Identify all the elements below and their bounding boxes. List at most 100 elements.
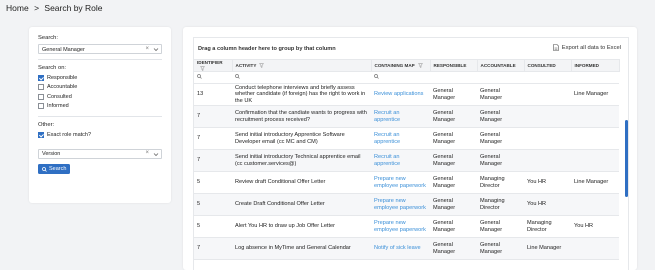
table-cell <box>571 193 619 216</box>
breadcrumb-current: Search by Role <box>44 3 103 13</box>
table-cell: 13 <box>194 83 232 106</box>
version-combo[interactable]: Version × <box>38 148 162 159</box>
filter-icon[interactable] <box>200 65 205 71</box>
exact-match-option[interactable]: Exact role match? <box>38 130 162 140</box>
vertical-scrollbar[interactable] <box>624 120 628 197</box>
results-table: IDENTIFIER ACTIVITY CONTAINING MAP RESPONSI… <box>194 59 620 260</box>
checkbox[interactable] <box>38 93 44 100</box>
export-excel-button[interactable]: Export all data to Excel <box>552 44 621 51</box>
table-row[interactable]: 5 Alert You HR to draw up Job Offer Lette… <box>194 215 619 238</box>
checkbox[interactable] <box>38 103 44 110</box>
search-button-label: Search <box>49 166 67 172</box>
column-header[interactable]: RESPONSIBLE <box>430 59 478 72</box>
exact-match-checkbox[interactable] <box>38 131 44 138</box>
table-cell: Alert You HR to draw up Job Offer Letter <box>232 215 371 238</box>
table-cell <box>524 105 571 128</box>
table-cell: General Manager <box>430 127 477 150</box>
group-drop-zone[interactable]: Drag a column header here to group by th… <box>194 38 628 59</box>
containing-map-link[interactable]: Prepare new employee paperwork <box>371 171 430 194</box>
table-row[interactable]: 13 Conduct telephone interviews and brief… <box>194 83 619 106</box>
table-cell: Send initial introductory Technical appr… <box>232 149 371 172</box>
table-cell: Conduct telephone interviews and briefly… <box>232 83 371 106</box>
filter-icon[interactable] <box>417 63 423 69</box>
table-cell: General Manager <box>477 149 524 172</box>
containing-map-link[interactable]: Prepare new employee paperwork <box>371 215 430 238</box>
table-cell: 5 <box>194 171 232 194</box>
table-cell: General Manager <box>477 215 524 238</box>
role-search-combo[interactable]: General Manager × <box>38 44 162 54</box>
table-cell <box>524 83 571 106</box>
search-icon <box>374 73 379 79</box>
containing-map-link[interactable]: Prepare new employee paperwork <box>371 193 430 216</box>
table-cell: You HR <box>524 193 571 216</box>
search-on-option[interactable]: Informed <box>38 102 162 112</box>
search-button[interactable]: Search <box>38 164 71 174</box>
table-cell: 7 <box>194 237 232 260</box>
column-header-label: CONSULTED <box>527 63 556 68</box>
identifier-filter[interactable] <box>194 71 232 84</box>
results-grid: Drag a column header here to group by th… <box>193 37 629 270</box>
search-on-option[interactable]: Accountable <box>38 83 162 93</box>
table-row[interactable]: 7 Send initial introductory Technical app… <box>194 149 619 172</box>
table-cell: 7 <box>194 149 232 172</box>
column-header[interactable]: INFORMED <box>571 59 620 72</box>
column-header[interactable]: IDENTIFIER <box>194 59 233 72</box>
clear-icon[interactable]: × <box>145 46 149 52</box>
version-value: Version <box>42 151 61 157</box>
table-cell: General Manager <box>430 215 477 238</box>
column-header[interactable]: ACCOUNTABLE <box>477 59 525 72</box>
breadcrumb-home[interactable]: Home <box>6 3 29 13</box>
checkbox[interactable] <box>38 74 44 81</box>
table-cell: 7 <box>194 105 232 128</box>
search-on-options: Responsible Accountable Consulted Informed <box>38 73 162 111</box>
map-filter[interactable] <box>371 71 430 84</box>
column-header-label: ACTIVITY <box>235 62 257 68</box>
activity-filter[interactable] <box>232 71 371 84</box>
containing-map-link[interactable]: Review applications <box>371 83 430 106</box>
table-row[interactable]: 7 Send initial introductory Apprentice So… <box>194 127 619 150</box>
divider <box>38 116 162 117</box>
table-cell <box>524 127 571 150</box>
file-export-icon <box>552 44 559 51</box>
filter-row <box>194 71 619 84</box>
containing-map-link[interactable]: Recruit an apprentice <box>371 105 430 128</box>
column-header[interactable]: CONSULTED <box>524 59 572 72</box>
search-on-option[interactable]: Consulted <box>38 92 162 102</box>
table-cell <box>571 127 619 150</box>
table-cell: Confirmation that the candiate wants to … <box>232 105 371 128</box>
table-cell: General Manager <box>430 237 477 260</box>
chevron-down-icon[interactable] <box>153 47 159 52</box>
table-cell: General Manager <box>430 83 477 106</box>
containing-map-link[interactable]: Recruit an apprentice <box>371 127 430 150</box>
table-cell: Log absence in MyTime and General Calend… <box>232 237 371 260</box>
column-header[interactable]: CONTAINING MAP <box>371 59 431 72</box>
checkbox-label: Informed <box>47 103 69 110</box>
table-cell: General Manager <box>430 171 477 194</box>
table-row[interactable]: 5 Review draft Conditional Offer Letter Pr… <box>194 171 619 194</box>
search-panel: Search: General Manager × Search on: Res… <box>29 27 171 203</box>
table-cell: General Manager <box>430 193 477 216</box>
checkbox-label: Accountable <box>47 84 78 91</box>
table-cell: 5 <box>194 215 232 238</box>
chevron-down-icon[interactable] <box>153 152 159 157</box>
search-on-option[interactable]: Responsible <box>38 73 162 83</box>
containing-map-link[interactable]: Notify of sick leave <box>371 237 430 260</box>
filter-icon[interactable] <box>259 63 265 69</box>
column-header[interactable]: ACTIVITY <box>232 59 372 72</box>
table-row[interactable]: 5 Create Draft Conditional Offer Letter Pr… <box>194 193 619 216</box>
checkbox[interactable] <box>38 84 44 91</box>
table-cell: Line Manager <box>524 237 571 260</box>
table-row[interactable]: 7 Confirmation that the candiate wants to… <box>194 105 619 128</box>
results-panel: Drag a column header here to group by th… <box>183 27 637 270</box>
table-cell: General Manager <box>477 127 524 150</box>
table-cell: General Manager <box>477 105 524 128</box>
header-row: IDENTIFIER ACTIVITY CONTAINING MAP RESPONSI… <box>194 59 620 72</box>
table-cell: Line Manager <box>571 171 619 194</box>
table-cell: You HR <box>571 215 619 238</box>
column-header-label: ACCOUNTABLE <box>480 63 516 68</box>
clear-icon[interactable]: × <box>145 150 149 156</box>
checkbox-label: Consulted <box>47 93 72 100</box>
containing-map-link[interactable]: Recruit an apprentice <box>371 149 430 172</box>
table-row[interactable]: 7 Log absence in MyTime and General Calen… <box>194 237 619 260</box>
exact-match-label: Exact role match? <box>47 131 92 138</box>
